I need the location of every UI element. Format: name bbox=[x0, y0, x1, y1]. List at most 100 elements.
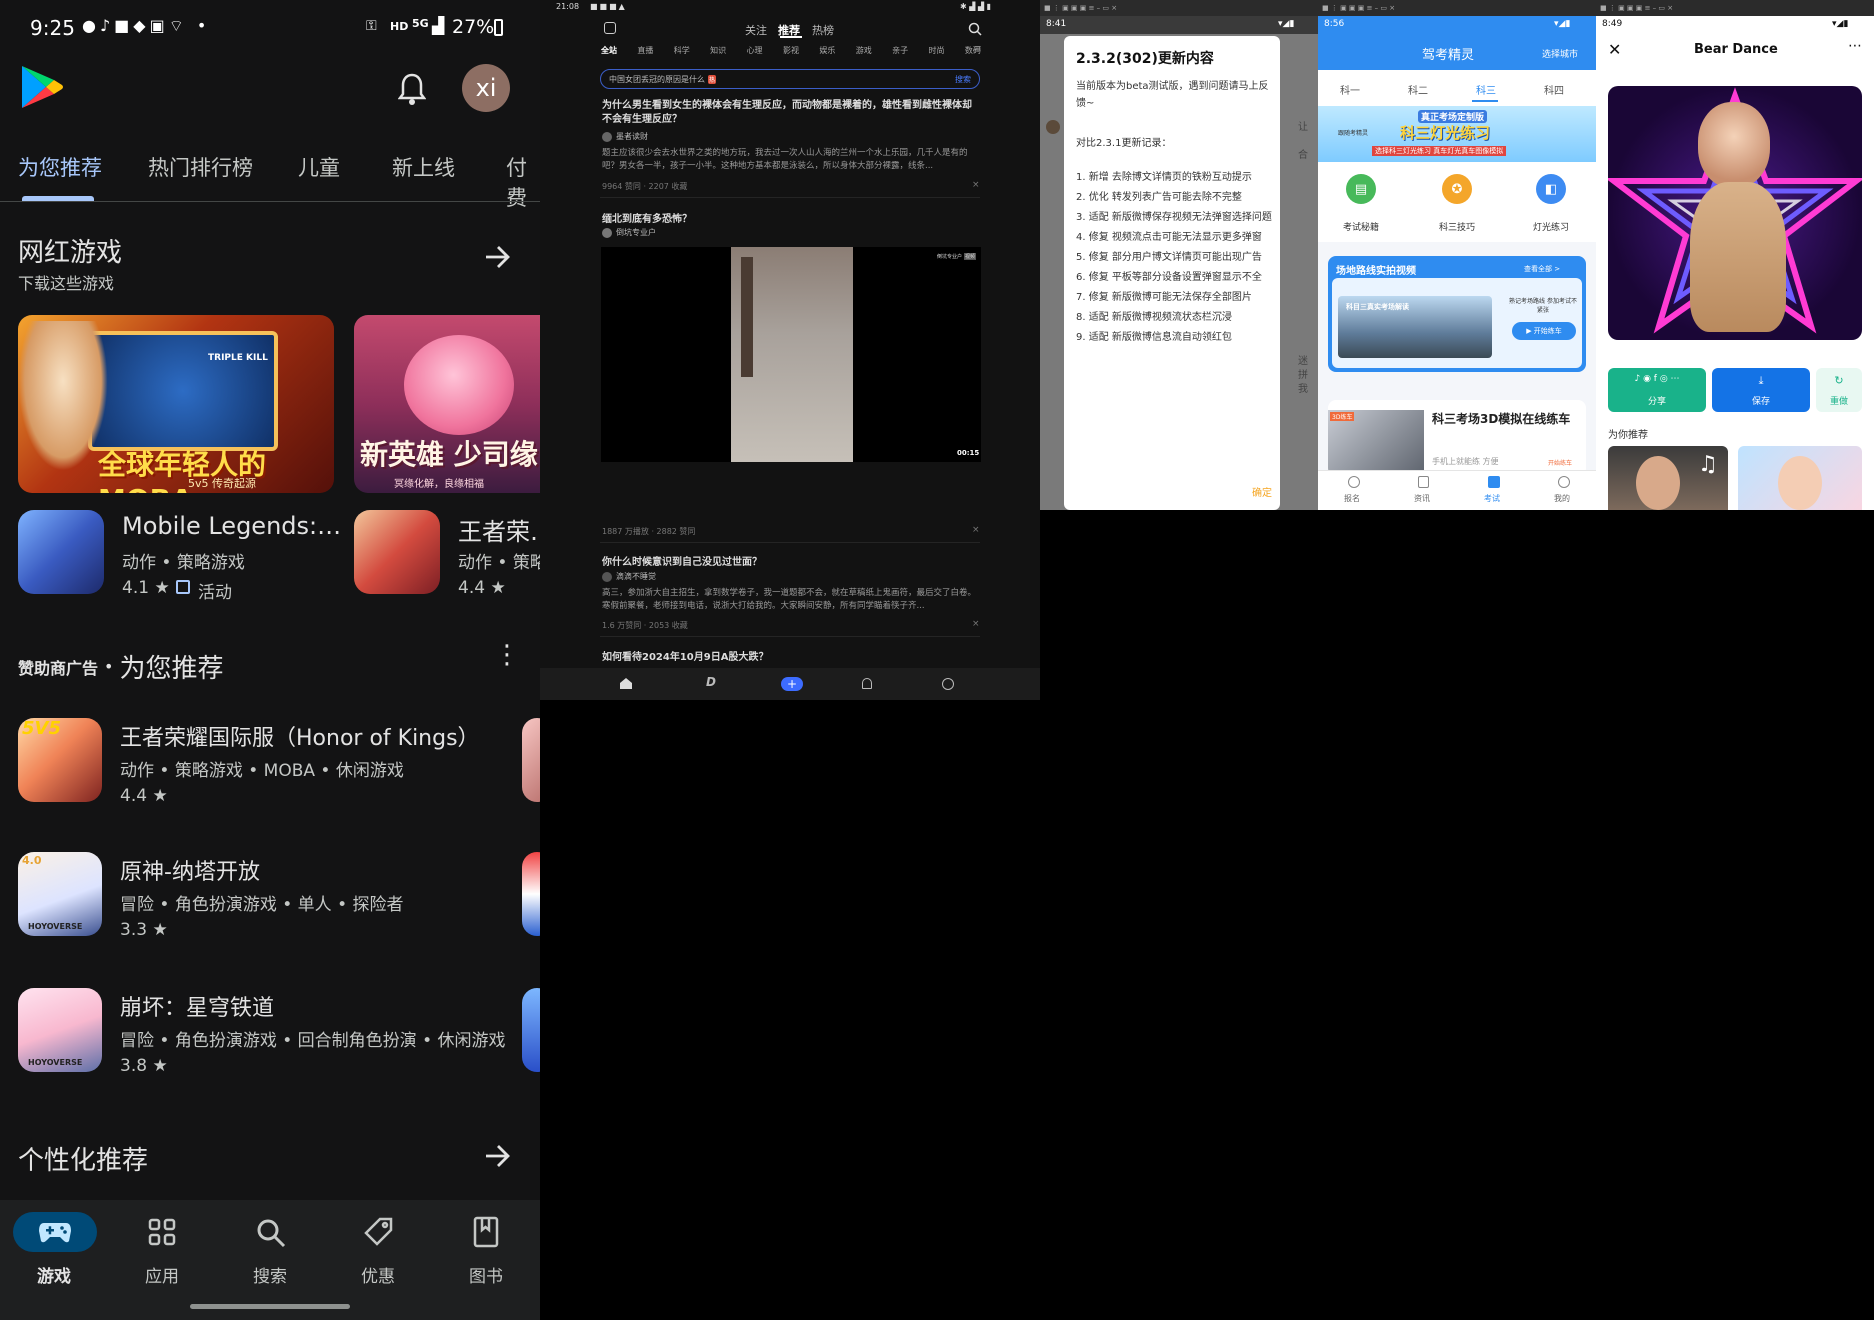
medal-icon[interactable]: ✪ bbox=[1442, 174, 1472, 204]
app-icon[interactable] bbox=[354, 510, 440, 594]
app-name[interactable]: 崩坏：星穹铁道 bbox=[120, 990, 274, 1022]
category-item[interactable]: 亲子 bbox=[892, 45, 908, 56]
app-name[interactable]: 原神-纳塔开放 bbox=[120, 854, 260, 886]
tab-for-you[interactable]: 为您推荐 bbox=[18, 152, 102, 182]
profile-icon[interactable] bbox=[1558, 476, 1570, 488]
author-name[interactable]: 墨者读财 bbox=[616, 131, 648, 142]
tool-label[interactable]: 科三技巧 bbox=[1432, 220, 1482, 233]
app-icon[interactable]: HOYOVERSE bbox=[18, 988, 102, 1072]
video-card[interactable]: 场地路线实拍视频 查看全部 > 科目三真实考场解读 熟记考场路线 参加考试不紧张… bbox=[1328, 256, 1586, 372]
tag-icon[interactable] bbox=[362, 1216, 394, 1252]
tool-label[interactable]: 灯光练习 bbox=[1526, 220, 1576, 233]
category-item[interactable]: 知识 bbox=[710, 45, 726, 56]
promo-banner[interactable]: 真正考场定制版 跟随考精灵 科三灯光练习 选择科三灯光练习 真车灯光真车图像模拟 bbox=[1318, 106, 1596, 162]
category-item[interactable]: 直播 bbox=[637, 45, 653, 56]
view-all-link[interactable]: 查看全部 > bbox=[1524, 264, 1560, 274]
nav-offers-label[interactable]: 优惠 bbox=[328, 1262, 428, 1287]
signup-icon[interactable] bbox=[1348, 476, 1360, 488]
category-item[interactable]: 科学 bbox=[674, 45, 690, 56]
news-icon[interactable] bbox=[1418, 476, 1429, 488]
nav-label[interactable]: 报名 bbox=[1344, 493, 1360, 504]
tab-subject-1[interactable]: 科一 bbox=[1340, 82, 1360, 97]
category-item[interactable]: 游戏 bbox=[856, 45, 872, 56]
search-icon[interactable] bbox=[256, 1218, 286, 1252]
app-icon[interactable]: 4.0 HOYOVERSE bbox=[18, 852, 102, 936]
nav-label[interactable]: 资讯 bbox=[1414, 493, 1430, 504]
more-vert-icon[interactable]: ⋮ bbox=[494, 642, 520, 668]
close-icon[interactable]: ✕ bbox=[1608, 40, 1621, 59]
app-icon-partial[interactable] bbox=[522, 988, 540, 1072]
category-item[interactable]: 影视 bbox=[783, 45, 799, 56]
question-title[interactable]: 缅北到底有多恐怖？ bbox=[602, 210, 692, 225]
tab-new[interactable]: 新上线 bbox=[392, 152, 455, 182]
redo-button[interactable]: ↻ 重做 bbox=[1816, 368, 1862, 412]
category-all[interactable]: 全站 bbox=[601, 45, 617, 56]
add-post-icon[interactable]: + bbox=[781, 677, 803, 691]
nav-search-label[interactable]: 搜索 bbox=[220, 1262, 320, 1287]
question-title[interactable]: 你什么时候意识到自己没见过世面？ bbox=[602, 553, 762, 568]
category-item[interactable]: 心理 bbox=[747, 45, 763, 56]
answer-excerpt[interactable]: 高三，参加浙大自主招生，拿到数学卷子，我一道题都不会，就在草稿纸上鬼画符，最后交… bbox=[602, 587, 980, 613]
tab-paid[interactable]: 付费 bbox=[506, 152, 540, 212]
close-icon[interactable]: × bbox=[972, 525, 980, 535]
app-name[interactable]: 王者荣耀国际服（Honor of Kings） bbox=[120, 720, 480, 752]
search-bar[interactable]: 中国女团丢冠的原因是什么 热 搜索 bbox=[600, 69, 980, 89]
dance-video[interactable] bbox=[1608, 86, 1862, 340]
tool-label[interactable]: 考试秘籍 bbox=[1336, 220, 1386, 233]
save-button[interactable]: ⤓ 保存 bbox=[1712, 368, 1810, 412]
share-button[interactable]: ♪ ◉ f ◎ ⋯ 分享 bbox=[1608, 368, 1706, 412]
more-icon[interactable]: ⋯ bbox=[1848, 38, 1862, 54]
search-button[interactable]: 搜索 bbox=[955, 74, 971, 85]
nav-games-label[interactable]: 游戏 bbox=[4, 1262, 104, 1287]
bookmark-icon[interactable] bbox=[473, 1216, 499, 1252]
tab-top-charts[interactable]: 热门排行榜 bbox=[148, 152, 253, 182]
app-icon-partial[interactable] bbox=[522, 852, 540, 936]
nav-label[interactable]: 考试 bbox=[1484, 493, 1500, 504]
author-name[interactable]: 滴滴不睡觉 bbox=[616, 571, 656, 582]
zhi-logo-icon[interactable]: D bbox=[706, 675, 716, 689]
start-practice-button[interactable]: ▶ 开始练车 bbox=[1512, 322, 1576, 340]
recommend-thumb[interactable]: ♫ bbox=[1608, 446, 1728, 510]
close-icon[interactable]: × bbox=[972, 180, 980, 190]
tab-hot[interactable]: 热榜 bbox=[812, 22, 834, 38]
author-name[interactable]: 倒坑专业户 bbox=[616, 227, 656, 238]
tab-subject-3[interactable]: 科三 bbox=[1476, 82, 1496, 97]
avatar[interactable]: xi bbox=[462, 64, 510, 112]
bell-icon[interactable] bbox=[397, 72, 427, 110]
game-banner-mobile-legends[interactable]: TRIPLE KILL 全球年轻人的MOBA 5v5 传奇起源 bbox=[18, 315, 334, 493]
tab-follow[interactable]: 关注 bbox=[745, 22, 767, 38]
tab-subject-2[interactable]: 科二 bbox=[1408, 82, 1428, 97]
sim-button[interactable]: 开始练车 bbox=[1548, 458, 1572, 467]
tab-kids[interactable]: 儿童 bbox=[298, 152, 340, 182]
light-icon[interactable]: ◧ bbox=[1536, 174, 1566, 204]
search-icon[interactable] bbox=[968, 21, 982, 40]
nav-label[interactable]: 我的 bbox=[1554, 493, 1570, 504]
app-icon[interactable]: 5V5 bbox=[18, 718, 102, 802]
question-title[interactable]: 为什么男生看到女生的裸体会有生理反应，而动物都是裸着的，雄性看到雌性裸体却不会有… bbox=[602, 99, 980, 127]
game-banner-honor-of-kings[interactable]: 新英雄 少司缘 冥缘化解，良缘相福 bbox=[354, 315, 540, 493]
close-icon[interactable]: × bbox=[972, 619, 980, 629]
answer-excerpt[interactable]: 题主应该很少会去水世界之类的地方玩，我去过一次人山人海的兰州一个水上乐园，几千人… bbox=[602, 147, 980, 173]
gamepad-icon[interactable] bbox=[38, 1219, 72, 1249]
home-card-icon[interactable] bbox=[604, 22, 616, 34]
city-selector[interactable]: 选择城市 bbox=[1542, 47, 1578, 60]
arrow-right-icon[interactable] bbox=[484, 244, 512, 274]
profile-icon[interactable] bbox=[942, 678, 954, 690]
apps-grid-icon[interactable] bbox=[148, 1218, 176, 1250]
book-icon[interactable]: ▤ bbox=[1346, 174, 1376, 204]
category-item[interactable]: 时尚 bbox=[929, 45, 945, 56]
video-thumbnail[interactable]: 科目三真实考场解读 bbox=[1338, 296, 1492, 358]
app-icon-partial[interactable] bbox=[522, 718, 540, 802]
app-name[interactable]: 王者荣耀国 bbox=[458, 512, 540, 547]
bell-icon[interactable] bbox=[862, 678, 872, 689]
menu-icon[interactable]: ≡ bbox=[974, 44, 982, 54]
app-icon[interactable] bbox=[18, 510, 104, 594]
exam-icon[interactable] bbox=[1488, 476, 1500, 488]
question-title[interactable]: 如何看待2024年10月9日A股大跌？ bbox=[602, 648, 768, 663]
arrow-right-icon[interactable] bbox=[484, 1143, 512, 1173]
tab-subject-4[interactable]: 科四 bbox=[1544, 82, 1564, 97]
app-name[interactable]: Mobile Legends: Ban... bbox=[122, 512, 342, 540]
simulation-card[interactable]: 3D练车 科三考场3D模拟在线练车 手机上就能练 方便 开始练车 bbox=[1328, 400, 1586, 476]
category-item[interactable]: 娱乐 bbox=[819, 45, 835, 56]
video-player[interactable]: 倒坑专业户 视频 00:15 bbox=[601, 247, 981, 462]
